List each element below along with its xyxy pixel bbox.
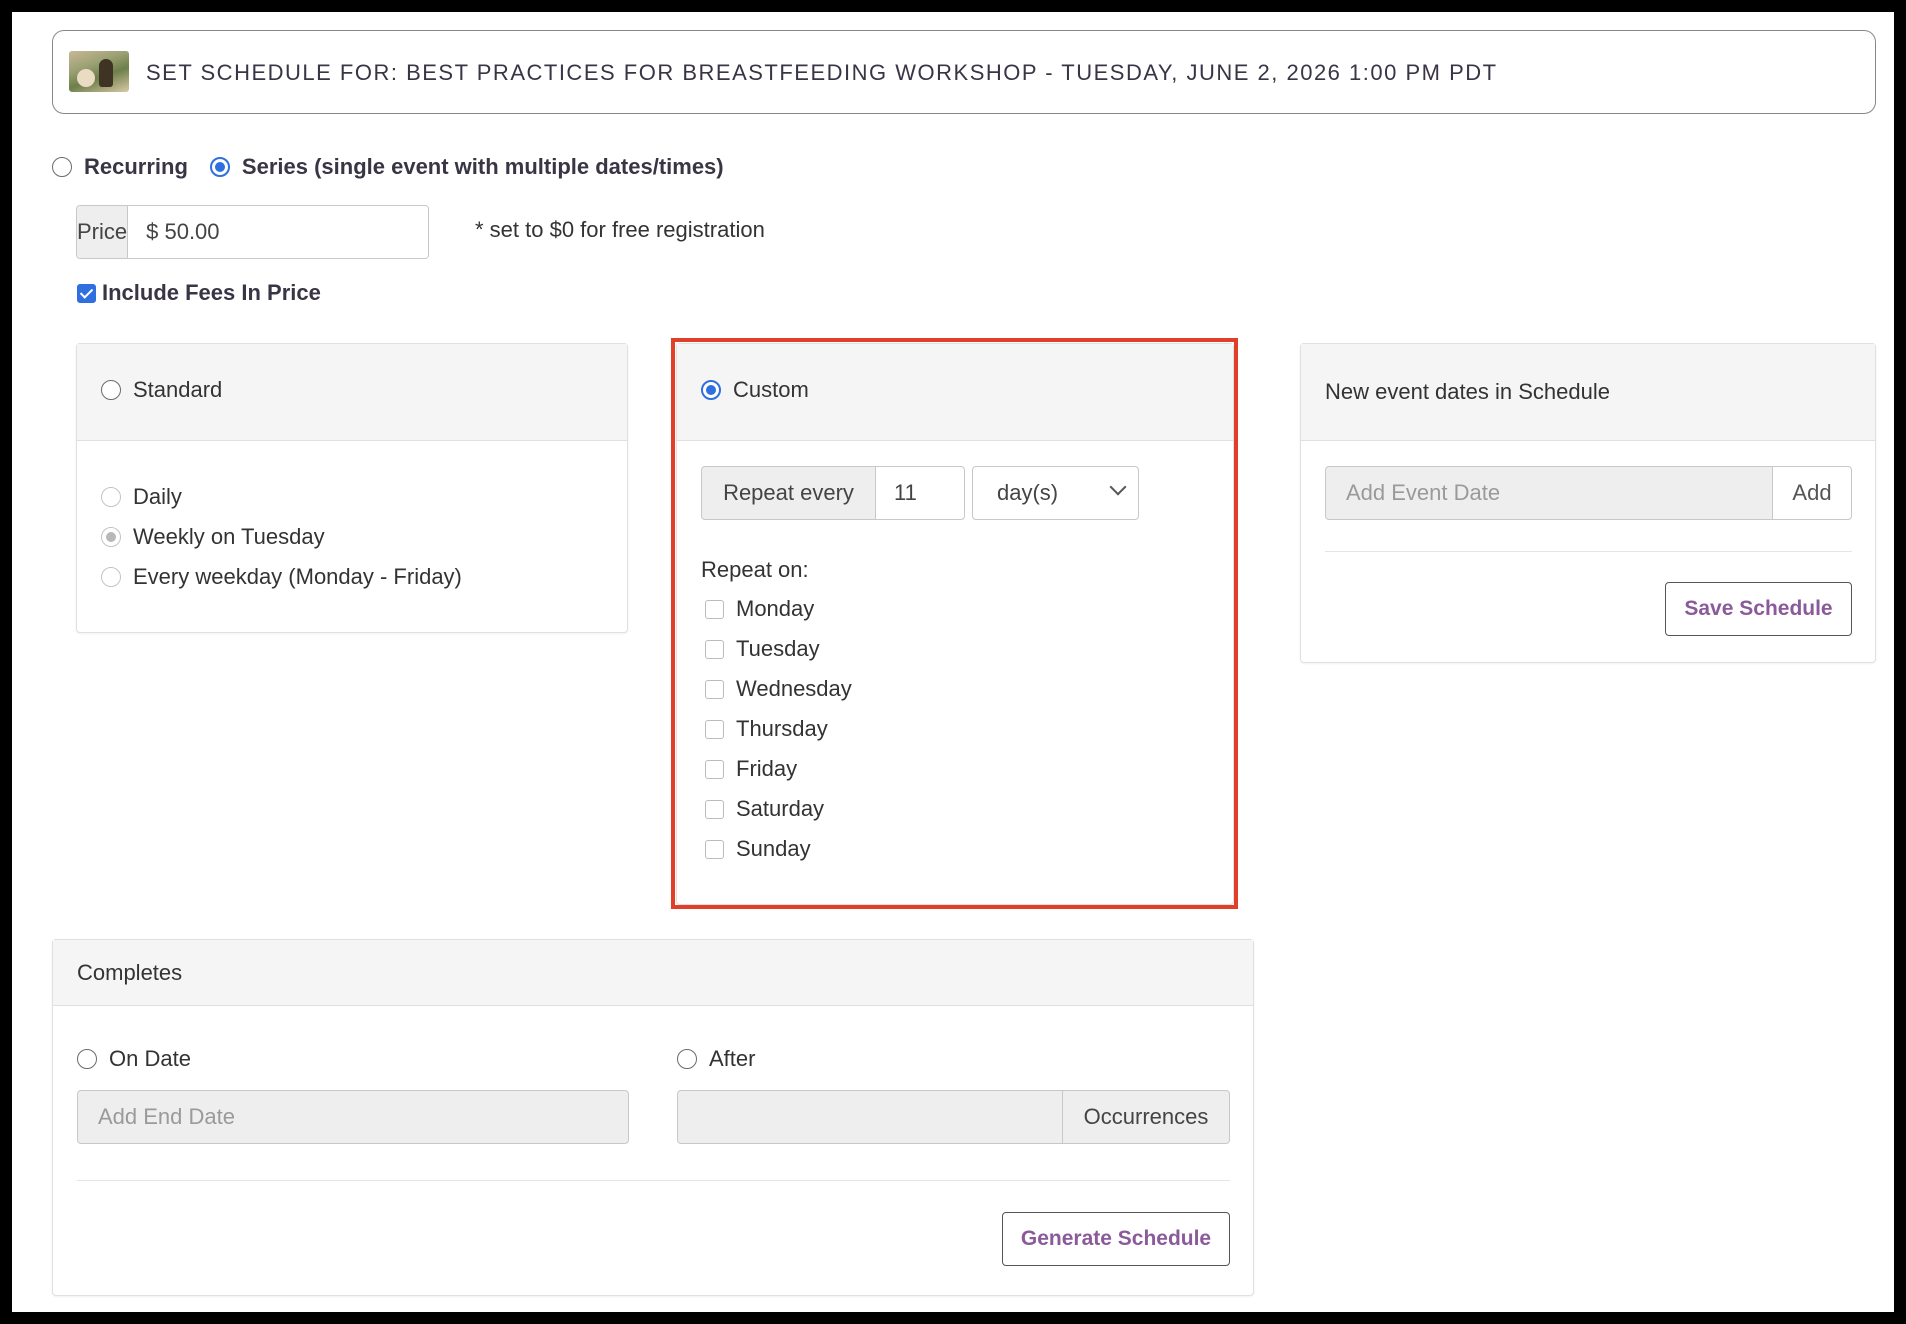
occurrences-input[interactable] (677, 1090, 1063, 1144)
repeat-unit-value: day(s) (997, 480, 1059, 505)
saturday-checkbox[interactable] (705, 799, 724, 819)
repeat-every-label: Repeat every (701, 466, 876, 520)
weekly-radio[interactable] (101, 527, 121, 547)
include-fees-row: Include Fees In Price (77, 280, 321, 306)
standard-option-daily[interactable]: Daily (101, 484, 182, 510)
day-thursday[interactable]: Thursday (705, 716, 828, 742)
new-dates-header: New event dates in Schedule (1301, 344, 1875, 441)
day-wednesday[interactable]: Wednesday (705, 676, 852, 702)
event-banner: SET SCHEDULE FOR: BEST PRACTICES FOR BRE… (52, 30, 1876, 114)
day-tuesday[interactable]: Tuesday (705, 636, 820, 662)
include-fees-label[interactable]: Include Fees In Price (102, 280, 321, 306)
event-thumbnail (69, 51, 129, 92)
recurring-label[interactable]: Recurring (84, 154, 188, 180)
standard-radio[interactable] (101, 380, 121, 400)
day-monday[interactable]: Monday (705, 596, 814, 622)
standard-panel: Standard Daily Weekly on Tuesday Every w… (76, 343, 628, 633)
tuesday-checkbox[interactable] (705, 639, 724, 659)
monday-checkbox[interactable] (705, 599, 724, 619)
save-schedule-button[interactable]: Save Schedule (1665, 582, 1852, 636)
daily-radio[interactable] (101, 487, 121, 507)
price-note: * set to $0 for free registration (475, 217, 765, 242)
completes-title: Completes (77, 960, 183, 985)
recurring-radio[interactable] (52, 157, 72, 177)
after-option[interactable]: After (677, 1046, 755, 1072)
end-date-input[interactable] (77, 1090, 629, 1144)
day-sunday[interactable]: Sunday (705, 836, 811, 862)
new-dates-title: New event dates in Schedule (1325, 379, 1610, 404)
price-input[interactable] (128, 206, 428, 258)
sunday-checkbox[interactable] (705, 839, 724, 859)
add-event-date-input[interactable] (1325, 466, 1773, 520)
series-radio[interactable] (209, 157, 230, 177)
after-radio[interactable] (677, 1049, 697, 1069)
completes-panel: Completes On Date After Occurrences Gene… (52, 939, 1254, 1296)
completes-header: Completes (53, 940, 1253, 1006)
standard-panel-header: Standard (77, 344, 627, 441)
friday-checkbox[interactable] (705, 759, 724, 779)
include-fees-checkbox[interactable] (77, 283, 96, 303)
chevron-down-icon (1109, 478, 1127, 496)
custom-radio[interactable] (701, 380, 721, 400)
day-saturday[interactable]: Saturday (705, 796, 824, 822)
repeat-on-label: Repeat on: (701, 557, 809, 582)
standard-label[interactable]: Standard (133, 377, 222, 403)
add-date-button[interactable]: Add (1772, 466, 1852, 520)
custom-panel-header: Custom (677, 344, 1233, 441)
on-date-option[interactable]: On Date (77, 1046, 191, 1072)
generate-schedule-button[interactable]: Generate Schedule (1002, 1212, 1230, 1266)
custom-panel: Custom Repeat every day(s) Repeat on: Mo… (676, 343, 1234, 905)
repeat-unit-select[interactable]: day(s) (972, 466, 1139, 520)
schedule-page: SET SCHEDULE FOR: BEST PRACTICES FOR BRE… (12, 12, 1894, 1312)
standard-option-weekly[interactable]: Weekly on Tuesday (101, 524, 325, 550)
series-label[interactable]: Series (single event with multiple dates… (242, 154, 724, 180)
repeat-every-input[interactable] (875, 466, 965, 520)
divider (1325, 551, 1852, 552)
weekday-radio[interactable] (101, 567, 121, 587)
custom-label[interactable]: Custom (733, 377, 809, 403)
thursday-checkbox[interactable] (705, 719, 724, 739)
new-dates-panel: New event dates in Schedule Add Save Sch… (1300, 343, 1876, 663)
occurrences-addon: Occurrences (1062, 1090, 1230, 1144)
divider (77, 1180, 1230, 1181)
standard-option-weekday[interactable]: Every weekday (Monday - Friday) (101, 564, 462, 590)
price-input-group: Price (76, 205, 429, 259)
day-friday[interactable]: Friday (705, 756, 797, 782)
wednesday-checkbox[interactable] (705, 679, 724, 699)
banner-title: SET SCHEDULE FOR: BEST PRACTICES FOR BRE… (146, 60, 1498, 85)
on-date-radio[interactable] (77, 1049, 97, 1069)
mode-selector: Recurring Series (single event with mult… (52, 152, 724, 182)
price-addon-label: Price (77, 206, 129, 258)
